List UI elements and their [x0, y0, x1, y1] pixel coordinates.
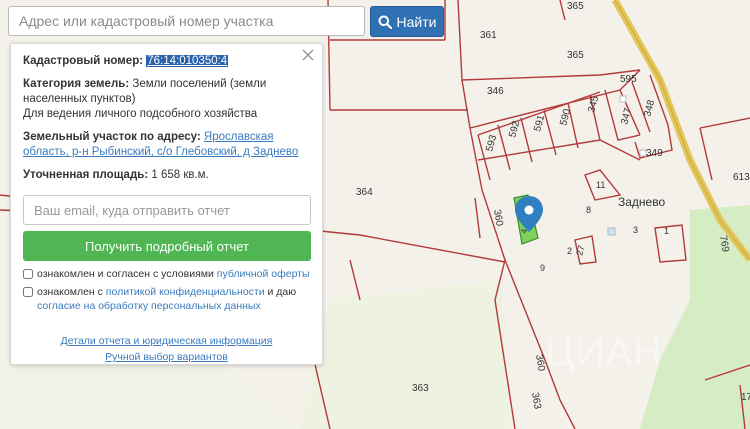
personal-data-consent-link[interactable]: согласие на обработку персональных данны…: [37, 300, 261, 312]
close-icon[interactable]: [301, 48, 315, 62]
parcel-label: 613: [733, 172, 750, 183]
category-row: Категория земель: Земли поселений (земли…: [23, 77, 310, 122]
parcel-label: 8: [586, 205, 591, 215]
manual-selection-link[interactable]: Ручной выбор вариантов: [105, 351, 228, 363]
consent-offer-text: ознакомлен и согласен с условиями: [37, 268, 217, 280]
consent-privacy-checkbox[interactable]: [23, 287, 33, 297]
area-row: Уточненная площадь: 1 658 кв.м.: [23, 168, 310, 183]
category-label: Категория земель:: [23, 78, 130, 90]
cadastral-number[interactable]: 76:14:010350:4: [146, 55, 229, 67]
search-input[interactable]: [8, 6, 365, 36]
cadastral-row: Кадастровый номер: 76:14:010350:4: [23, 54, 310, 69]
consent-privacy-text-a: ознакомлен с: [37, 286, 106, 298]
find-button[interactable]: Найти: [370, 6, 444, 37]
cadastral-label: Кадастровый номер:: [23, 55, 144, 67]
parcel-label: 2: [567, 246, 572, 256]
consent-privacy: ознакомлен с политикой конфиденциальност…: [23, 285, 310, 313]
area-label: Уточненная площадь:: [23, 169, 149, 181]
privacy-policy-link[interactable]: политикой конфиденциальности: [106, 286, 265, 298]
parcel-label: 365: [567, 50, 584, 61]
consent-privacy-text-b: и даю: [264, 286, 297, 298]
parcel-label: 361: [480, 30, 497, 41]
watermark: ЦИАН: [545, 330, 663, 374]
area-value: 1 658 кв.м.: [151, 169, 209, 181]
parcel-label: 365: [567, 1, 584, 12]
parcel-label: 17: [741, 392, 750, 403]
email-field[interactable]: [23, 195, 311, 225]
village-label: Заднево: [618, 195, 665, 209]
address-label: Земельный участок по адресу:: [23, 131, 201, 143]
consent-offer-checkbox[interactable]: [23, 269, 33, 279]
parcel-label: 346: [487, 86, 504, 97]
parcel-label: 1: [664, 226, 669, 236]
parcel-label: 595: [620, 74, 637, 85]
parcel-label: 3: [633, 225, 638, 235]
find-button-label: Найти: [396, 13, 437, 30]
search-icon: [378, 15, 392, 29]
parcel-label: 363: [412, 383, 429, 394]
parcel-info-panel: Кадастровый номер: 76:14:010350:4 Катего…: [10, 43, 323, 365]
parcel-label: 364: [356, 187, 373, 198]
report-details-link[interactable]: Детали отчета и юридическая информация: [61, 335, 273, 347]
consent-offer: ознакомлен и согласен с условиями публич…: [23, 267, 310, 281]
parcel-label: 9: [540, 263, 545, 273]
footer-links: Детали отчета и юридическая информация Р…: [23, 333, 310, 365]
address-row: Земельный участок по адресу: Ярославская…: [23, 130, 310, 160]
parcel-label: 349: [646, 148, 663, 159]
public-offer-link[interactable]: публичной оферты: [217, 268, 310, 280]
purpose-text: Для ведения личного подсобного хозяйства: [23, 108, 258, 120]
get-report-button[interactable]: Получить подробный отчет: [23, 231, 311, 261]
parcel-label: 11: [596, 180, 605, 190]
